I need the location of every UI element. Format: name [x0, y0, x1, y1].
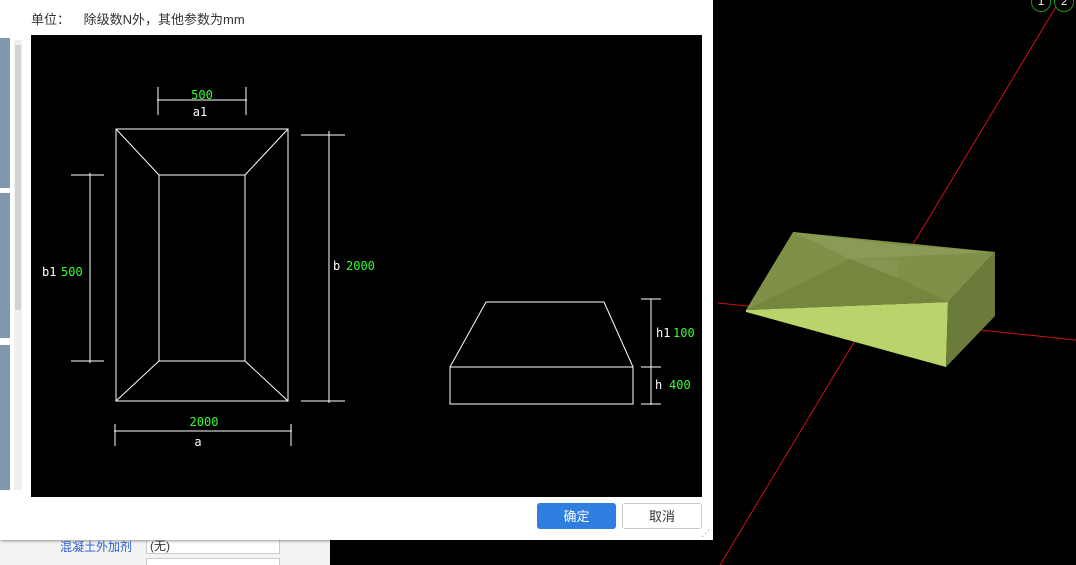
b-label: b — [333, 259, 340, 273]
a-label: a — [194, 435, 201, 449]
b1-label: b1 — [42, 265, 56, 279]
plan-outer-rect — [115, 128, 289, 402]
b-value: 2000 — [346, 259, 375, 273]
plan-corner-line — [244, 128, 289, 176]
a1-value: 500 — [191, 88, 213, 102]
h-label: h — [655, 378, 662, 392]
property-value[interactable] — [146, 558, 280, 565]
a1-label: a1 — [193, 105, 207, 119]
dimension-drawing: 500 a1 b1 500 b 2000 2000 a h1 100 h 400 — [42, 87, 695, 449]
unit-info: 单位： 除级数N外，其他参数为mm — [31, 9, 245, 28]
section-base-rect — [449, 366, 634, 405]
h1-value: 100 — [673, 326, 695, 340]
plan-corner-line — [115, 128, 160, 176]
h-value: 400 — [669, 378, 691, 392]
plan-inner-rect — [158, 174, 246, 362]
drawing-canvas: 500 a1 b1 500 b 2000 2000 a h1 100 h 400 — [31, 35, 702, 497]
model-front-face — [746, 302, 948, 367]
property-key: 混凝土外加剂 — [60, 540, 133, 554]
ok-button[interactable]: 确定 — [537, 503, 616, 529]
a-value: 2000 — [190, 415, 219, 429]
thumbnail-strip[interactable] — [0, 38, 10, 188]
h1-label: h1 — [656, 326, 670, 340]
property-row[interactable] — [44, 558, 284, 565]
plan-corner-line — [115, 360, 160, 402]
section-top-profile — [449, 301, 634, 368]
cancel-button[interactable]: 取消 — [622, 503, 702, 529]
parameter-dialog: 单位： 除级数N外，其他参数为mm 500 a1 b1 500 b 2000 2… — [0, 0, 713, 540]
thumbnail-strip[interactable] — [0, 345, 10, 490]
app-window: 混凝土外加剂 (无) 1 2 单位： 除级数N外，其他参数为mm 500 a1 … — [0, 0, 1076, 565]
unit-label: 单位： — [31, 12, 71, 27]
plan-corner-line — [244, 360, 289, 402]
unit-text: 除级数N外，其他参数为mm — [83, 12, 245, 27]
b1-value: 500 — [61, 265, 83, 279]
scrollbar-thumb[interactable] — [15, 45, 21, 310]
resize-grip-icon[interactable]: ⋰ — [701, 528, 711, 538]
thumbnail-strip[interactable] — [0, 193, 10, 338]
